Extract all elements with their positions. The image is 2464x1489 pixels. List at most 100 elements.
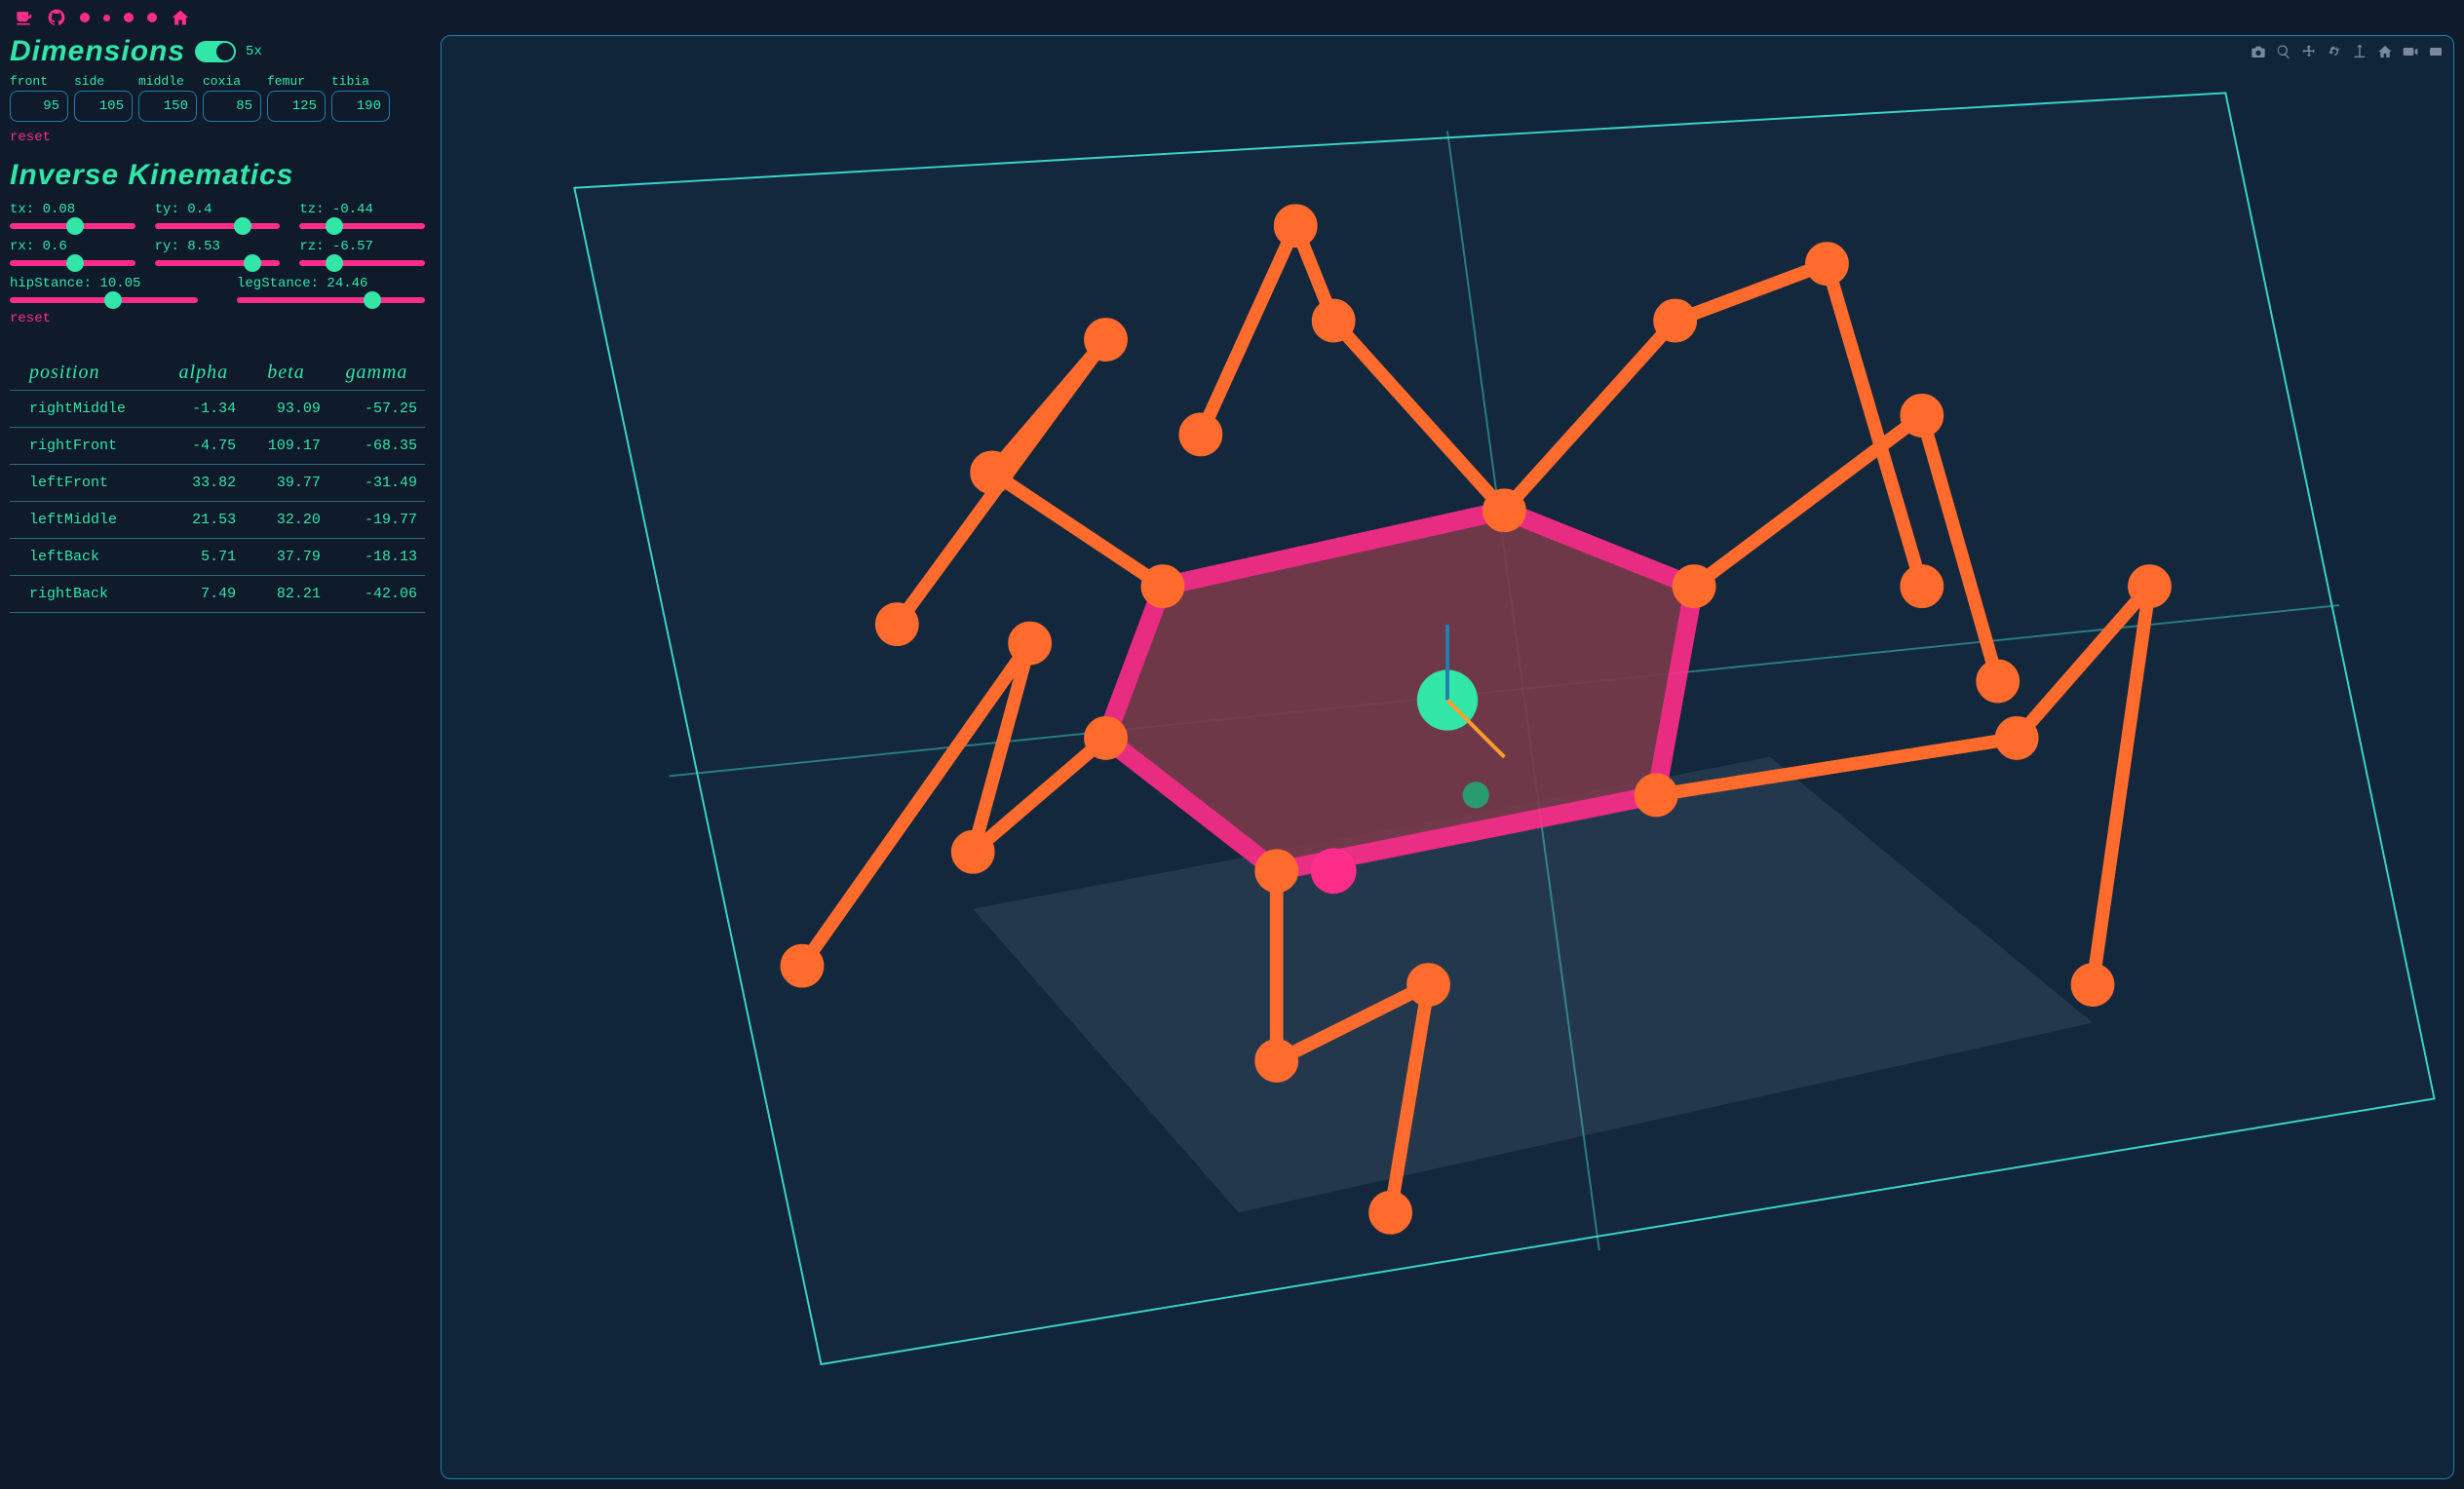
slider-label-legStance: legStance: 24.46 — [237, 276, 425, 291]
dimensions-title: Dimensions — [10, 35, 185, 68]
dim-label-side: side — [74, 74, 133, 89]
slider-label-rx: rx: 0.6 — [10, 239, 135, 254]
table-row: leftFront33.8239.77-31.49 — [10, 465, 425, 502]
dim-field-front: front — [10, 74, 68, 122]
dimensions-scale-label: 5x — [246, 44, 262, 59]
video-icon[interactable] — [2403, 44, 2418, 59]
slider-thumb-ty[interactable] — [234, 217, 251, 235]
table-cell-position: leftBack — [10, 539, 164, 576]
slider-thumb-tx[interactable] — [66, 217, 84, 235]
slider-track-tz[interactable] — [299, 223, 425, 229]
table-cell-position: leftFront — [10, 465, 164, 502]
dim-input-tibia[interactable] — [331, 91, 390, 122]
slider-label-rz: rz: -6.57 — [299, 239, 425, 254]
ik-title: Inverse Kinematics — [10, 159, 293, 192]
slider-tz: tz: -0.44 — [299, 202, 425, 229]
table-cell-gamma: -68.35 — [328, 428, 425, 465]
viz-toolbar — [2251, 44, 2444, 59]
slider-track-tx[interactable] — [10, 223, 135, 229]
dimensions-scale-toggle[interactable] — [195, 41, 236, 62]
slider-label-hipStance: hipStance: 10.05 — [10, 276, 198, 291]
github-icon[interactable] — [47, 8, 66, 27]
slider-thumb-tz[interactable] — [326, 217, 343, 235]
table-cell-alpha: -1.34 — [164, 391, 245, 428]
dim-input-middle[interactable] — [138, 91, 197, 122]
table-row: rightFront-4.75109.17-68.35 — [10, 428, 425, 465]
table-cell-gamma: -31.49 — [328, 465, 425, 502]
dim-field-side: side — [74, 74, 133, 122]
top-navbar — [0, 0, 2464, 35]
home-icon[interactable] — [2377, 44, 2393, 59]
nav-dot-3[interactable] — [124, 13, 134, 22]
slider-track-rz[interactable] — [299, 260, 425, 266]
zoom-icon[interactable] — [2276, 44, 2291, 59]
table-cell-alpha: 5.71 — [164, 539, 245, 576]
slider-thumb-rx[interactable] — [66, 254, 84, 272]
table-cell-position: leftMiddle — [10, 502, 164, 539]
save-icon[interactable] — [2428, 44, 2444, 59]
dim-field-coxia: coxia — [203, 74, 261, 122]
dim-field-femur: femur — [267, 74, 326, 122]
pose-table: positionalphabetagamma rightMiddle-1.349… — [10, 356, 425, 613]
dim-label-middle: middle — [138, 74, 197, 89]
pan-icon[interactable] — [2301, 44, 2317, 59]
dim-input-femur[interactable] — [267, 91, 326, 122]
table-cell-gamma: -42.06 — [328, 576, 425, 613]
table-cell-beta: 37.79 — [244, 539, 328, 576]
table-header-gamma: gamma — [328, 356, 425, 391]
slider-track-legStance[interactable] — [237, 297, 425, 303]
slider-track-hipStance[interactable] — [10, 297, 198, 303]
table-cell-beta: 82.21 — [244, 576, 328, 613]
slider-thumb-rz[interactable] — [326, 254, 343, 272]
hexapod-3d-plot[interactable] — [442, 36, 2453, 1478]
rotate-icon[interactable] — [2327, 44, 2342, 59]
slider-thumb-hipStance[interactable] — [104, 291, 122, 309]
slider-legStance: legStance: 24.46 — [237, 276, 425, 303]
slider-thumb-legStance[interactable] — [364, 291, 381, 309]
reset-axes-icon[interactable] — [2352, 44, 2368, 59]
dimensions-inputs: front side middle coxia femur tibia — [10, 74, 425, 122]
table-cell-beta: 93.09 — [244, 391, 328, 428]
table-cell-beta: 109.17 — [244, 428, 328, 465]
nav-dot-1[interactable] — [80, 13, 90, 22]
slider-rx: rx: 0.6 — [10, 239, 135, 266]
ik-reset[interactable]: reset — [10, 311, 51, 326]
visualization-panel[interactable] — [441, 35, 2454, 1479]
slider-ty: ty: 0.4 — [155, 202, 281, 229]
slider-label-tz: tz: -0.44 — [299, 202, 425, 217]
slider-ry: ry: 8.53 — [155, 239, 281, 266]
table-cell-position: rightBack — [10, 576, 164, 613]
dim-input-side[interactable] — [74, 91, 133, 122]
table-row: rightBack7.4982.21-42.06 — [10, 576, 425, 613]
table-cell-alpha: -4.75 — [164, 428, 245, 465]
table-cell-alpha: 7.49 — [164, 576, 245, 613]
dim-field-middle: middle — [138, 74, 197, 122]
home-icon[interactable] — [171, 8, 190, 27]
slider-track-ty[interactable] — [155, 223, 281, 229]
table-row: rightMiddle-1.3493.09-57.25 — [10, 391, 425, 428]
dim-label-coxia: coxia — [203, 74, 261, 89]
control-panel: Dimensions 5x frontsidemiddlecoxiafemurt… — [10, 35, 429, 1479]
dimensions-reset[interactable]: reset — [10, 130, 51, 145]
dim-input-coxia[interactable] — [203, 91, 261, 122]
slider-rz: rz: -6.57 — [299, 239, 425, 266]
table-cell-position: rightMiddle — [10, 391, 164, 428]
table-cell-gamma: -57.25 — [328, 391, 425, 428]
table-cell-beta: 32.20 — [244, 502, 328, 539]
dim-input-front[interactable] — [10, 91, 68, 122]
slider-track-rx[interactable] — [10, 260, 135, 266]
table-cell-alpha: 21.53 — [164, 502, 245, 539]
slider-track-ry[interactable] — [155, 260, 281, 266]
slider-hipStance: hipStance: 10.05 — [10, 276, 198, 303]
table-row: leftBack5.7137.79-18.13 — [10, 539, 425, 576]
dim-field-tibia: tibia — [331, 74, 390, 122]
nav-dot-2[interactable] — [103, 15, 110, 21]
camera-icon[interactable] — [2251, 44, 2266, 59]
dim-label-femur: femur — [267, 74, 326, 89]
table-header-alpha: alpha — [164, 356, 245, 391]
coffee-icon[interactable] — [14, 8, 33, 27]
table-cell-beta: 39.77 — [244, 465, 328, 502]
nav-dot-4[interactable] — [147, 13, 157, 22]
slider-thumb-ry[interactable] — [244, 254, 261, 272]
table-header-beta: beta — [244, 356, 328, 391]
